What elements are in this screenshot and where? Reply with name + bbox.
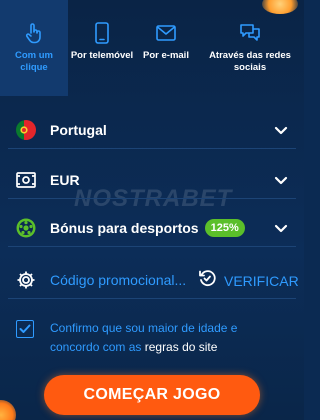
tab-label: Com um clique [15, 50, 53, 73]
refresh-check-icon [198, 269, 216, 292]
envelope-icon [155, 22, 177, 44]
bonus-percent-badge: 125% [204, 218, 245, 237]
chat-bubbles-icon [239, 22, 261, 44]
gear-icon [14, 268, 38, 292]
country-select[interactable]: Portugal [8, 111, 296, 149]
site-rules-link[interactable]: regras do site [145, 340, 218, 354]
tab-email[interactable]: Por e-mail [136, 0, 196, 96]
tab-social[interactable]: Através das redes sociais [196, 0, 304, 96]
country-value: Portugal [50, 121, 107, 138]
chevron-down-icon [274, 221, 288, 235]
verify-button[interactable]: VERIFICAR [198, 269, 299, 292]
bonus-label: Bónus para desportos [50, 219, 199, 236]
age-consent: Confirmo que sou maior de idade e concor… [8, 314, 296, 366]
bonus-select[interactable]: Bónus para desportos 125% [8, 209, 296, 247]
verify-label: VERIFICAR [224, 272, 299, 289]
soccer-ball-icon [14, 216, 38, 240]
currency-icon [14, 168, 38, 192]
portugal-flag-icon [14, 118, 38, 142]
checkmark-icon [19, 324, 31, 333]
mobile-phone-icon [91, 22, 113, 44]
consent-text: Confirmo que sou maior de idade e concor… [50, 319, 290, 357]
promo-code-field: Código promocional... VERIFICAR [8, 261, 299, 299]
tab-label: Através das redes sociais [209, 50, 291, 73]
currency-select[interactable]: EUR [8, 161, 296, 199]
tab-phone[interactable]: Por telemóvel [68, 0, 136, 96]
tab-one-click[interactable]: Com um clique [0, 0, 68, 96]
promo-code-input[interactable]: Código promocional... [50, 272, 186, 288]
start-game-button[interactable]: COMEÇAR JOGO [44, 375, 260, 415]
tab-label: Por telemóvel [70, 50, 134, 61]
currency-value: EUR [50, 171, 80, 188]
chevron-down-icon [274, 173, 288, 187]
registration-method-tabs: Com um clique Por telemóvel Por e-mail A… [0, 0, 304, 96]
chevron-down-icon [274, 123, 288, 137]
hand-pointer-icon [23, 22, 45, 44]
consent-checkbox[interactable] [16, 320, 34, 338]
tab-label: Por e-mail [143, 50, 189, 61]
